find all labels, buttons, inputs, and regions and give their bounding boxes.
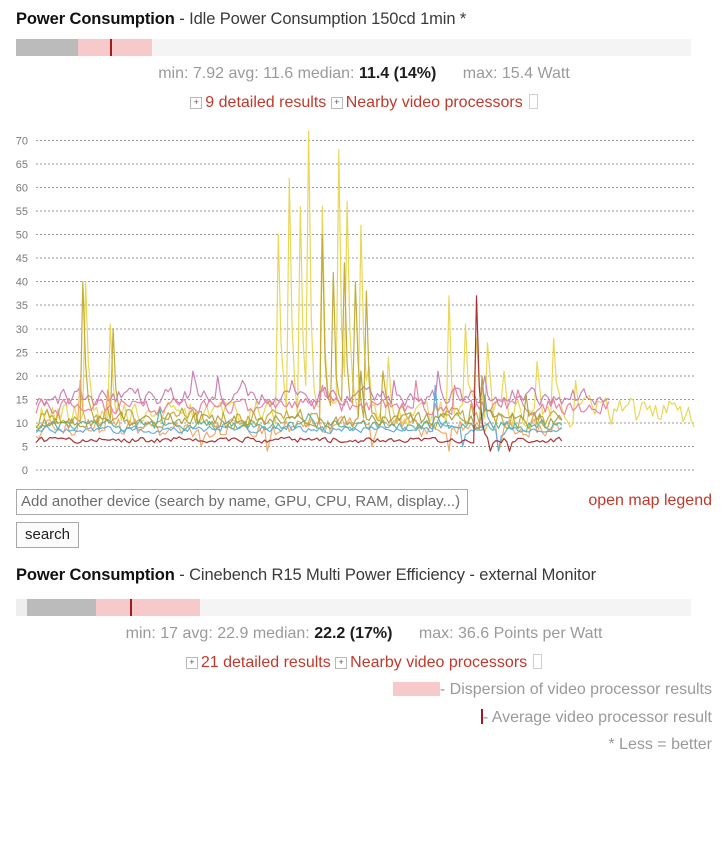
- gauge-average-marker: [130, 598, 133, 616]
- chart-y-tick-label: 55: [16, 206, 28, 218]
- gauge-gray-segment: [16, 39, 79, 57]
- chart-y-tick-label: 50: [16, 229, 28, 241]
- chart-y-tick-label: 45: [16, 253, 28, 265]
- chart-y-tick-label: 70: [16, 135, 28, 147]
- chart-legend: - Dispersion of video processor results …: [0, 674, 728, 756]
- section-1-gauge-wrap: [0, 39, 728, 57]
- detailed-results-link[interactable]: 9 detailed results: [205, 94, 326, 111]
- chart-y-tick-label: 0: [22, 465, 28, 477]
- chart-y-tick-label: 40: [16, 276, 28, 288]
- expand-plus-icon[interactable]: +: [330, 97, 343, 110]
- open-map-legend-link[interactable]: open map legend: [588, 492, 712, 510]
- chart-y-tick-label: 10: [16, 418, 28, 430]
- section-2-gauge: [16, 598, 691, 616]
- median-label: median:: [252, 624, 310, 642]
- legend-row-dispersion: - Dispersion of video processor results: [16, 674, 712, 701]
- max-label: max: 36.6 Points per Watt: [418, 624, 603, 642]
- section-2-gauge-wrap: [0, 598, 728, 616]
- chart-series-line: [35, 370, 610, 408]
- expand-plus-icon[interactable]: +: [190, 97, 203, 110]
- median-value: 22.2 (17%): [314, 624, 393, 642]
- section-2-title: Power Consumption - Cinebench R15 Multi …: [0, 564, 728, 587]
- chart-y-tick-label: 5: [22, 441, 28, 453]
- nearby-video-processors-link[interactable]: Nearby video processors: [350, 654, 527, 671]
- search-button[interactable]: search: [16, 521, 80, 548]
- legend-dispersion-text: - Dispersion of video processor results: [439, 681, 712, 699]
- avg-label: avg: 11.6: [228, 65, 294, 83]
- gauge-average-marker: [109, 39, 112, 57]
- gauge-pre-segment: [16, 598, 27, 616]
- expand-plus-icon[interactable]: +: [335, 656, 348, 669]
- min-label: min: 7.92: [158, 65, 225, 83]
- avg-label: avg: 22.9: [182, 624, 249, 642]
- section-2-title-rest: - Cinebench R15 Multi Power Efficiency -…: [174, 565, 596, 584]
- placeholder-box-icon: [528, 94, 538, 110]
- section-1-stats: min: 7.92 avg: 11.6 median: 11.4 (14%) m…: [0, 56, 728, 85]
- detailed-results-link[interactable]: 21 detailed results: [201, 654, 331, 671]
- section-1-title-rest: - Idle Power Consumption 150cd 1min *: [174, 10, 467, 28]
- section-2-title-strong: Power Consumption: [16, 565, 175, 584]
- chart-y-tick-label: 60: [16, 182, 28, 194]
- chart-y-tick-label: 25: [16, 347, 28, 359]
- section-1-title-strong: Power Consumption: [16, 10, 175, 28]
- chart-y-tick-label: 15: [16, 394, 28, 406]
- chart-svg: 0 5 10 15 20 25 30 35 40 45 50 55 60 65 70: [16, 130, 695, 477]
- max-label: max: 15.4 Watt: [462, 65, 570, 83]
- legend-note-text: * Less = better: [608, 735, 712, 753]
- section-1-links: +9 detailed results + Nearby video proces…: [0, 85, 728, 114]
- search-input[interactable]: [16, 488, 468, 515]
- section-1-title: Power Consumption - Idle Power Consumpti…: [0, 8, 728, 31]
- power-consumption-comparison-page: Power Consumption - Idle Power Consumpti…: [0, 0, 728, 846]
- gauge-gray-segment: [26, 598, 96, 616]
- expand-plus-icon[interactable]: +: [185, 656, 198, 669]
- chart-y-tick-label: 35: [16, 300, 28, 312]
- chart-series-line: [35, 130, 695, 428]
- gauge-dispersion-segment: [95, 598, 200, 616]
- section-2-links: +21 detailed results + Nearby video proce…: [0, 645, 728, 674]
- legend-average-text: - Average video processor result: [482, 708, 712, 726]
- chart-y-tick-label: 65: [16, 159, 28, 171]
- chart-y-tick-label: 30: [16, 323, 28, 335]
- median-label: median:: [297, 65, 355, 83]
- power-consumption-chart: 0 5 10 15 20 25 30 35 40 45 50 55 60 65 70: [0, 123, 728, 483]
- placeholder-box-icon: [533, 653, 543, 669]
- legend-row-average: - Average video processor result: [16, 702, 712, 729]
- legend-row-note: * Less = better: [16, 729, 712, 756]
- search-row: open map legend search: [0, 488, 728, 548]
- median-value: 11.4 (14%): [358, 65, 437, 83]
- nearby-video-processors-link[interactable]: Nearby video processors: [346, 94, 523, 111]
- chart-y-tick-label: 20: [16, 371, 28, 383]
- section-2-stats: min: 17 avg: 22.9 median: 22.2 (17%) max…: [0, 616, 728, 645]
- section-1-gauge: [16, 39, 691, 57]
- min-label: min: 17: [125, 624, 179, 642]
- dispersion-swatch-icon: [392, 682, 440, 697]
- gauge-dispersion-segment: [78, 39, 152, 57]
